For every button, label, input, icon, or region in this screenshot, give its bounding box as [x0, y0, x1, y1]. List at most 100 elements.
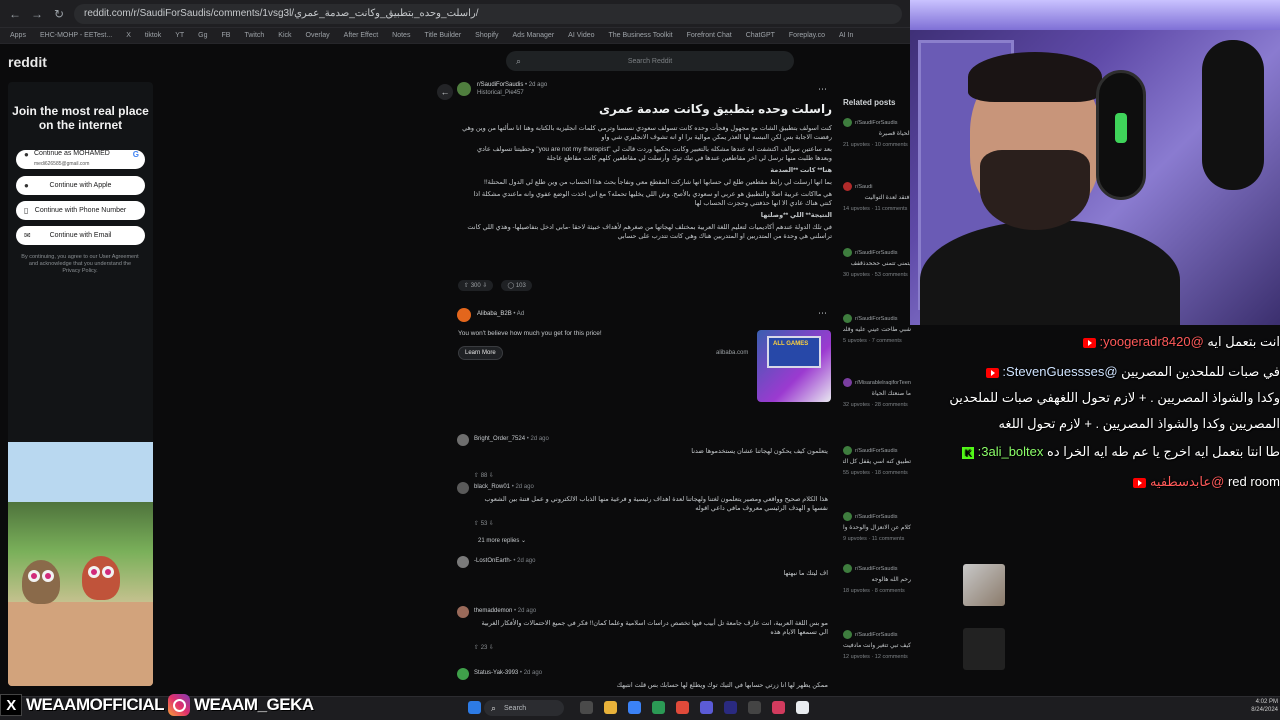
- related-post-sub: r/SaudiForSaudis: [843, 446, 911, 455]
- subreddit-icon: [843, 314, 852, 323]
- clock-date: 8/24/2024: [1251, 707, 1278, 713]
- bookmark-item[interactable]: Foreplay.co: [789, 32, 825, 39]
- commenter-avatar[interactable]: [457, 556, 469, 568]
- comment-age: • 2d ago: [514, 608, 537, 614]
- subreddit-icon: [843, 118, 852, 127]
- bookmark-item[interactable]: Ads Manager: [513, 32, 555, 39]
- bookmark-item[interactable]: Apps: [10, 32, 26, 39]
- system-clock[interactable]: 4:02 PM 8/24/2024: [1251, 698, 1278, 714]
- comment-vote-count: 88: [480, 473, 488, 479]
- microphone-icon: [1202, 40, 1264, 190]
- bookmark-item[interactable]: tiktok: [145, 32, 161, 39]
- overflow-menu-icon[interactable]: ⋯: [818, 84, 827, 95]
- chat-message-text: المصريين وكدا والشواذ المصريين . + لازم …: [998, 416, 1280, 431]
- comment-header: Status-Yak-3993 • 2d ago: [474, 670, 542, 676]
- reload-icon[interactable]: ↻: [52, 7, 66, 21]
- bookmark-item[interactable]: EHC-MOHP - EETest...: [40, 32, 112, 39]
- related-post[interactable]: r/SaudiForSaudis تطبيق كنه اسي يقفل كل ال…: [843, 446, 911, 476]
- chrome-icon[interactable]: [676, 701, 689, 714]
- bookmark-item[interactable]: YT: [175, 32, 184, 39]
- comment-username[interactable]: Bright_Order_7524: [474, 436, 525, 442]
- bookmark-item[interactable]: Overlay: [306, 32, 330, 39]
- character-eye: [28, 570, 40, 582]
- subreddit-name[interactable]: r/SaudiForSaudis: [477, 82, 523, 88]
- commenter-avatar[interactable]: [457, 434, 469, 446]
- commenter-avatar[interactable]: [457, 482, 469, 494]
- related-subreddit: r/SaudiForSaudis: [855, 119, 898, 126]
- related-post[interactable]: r/SaudiForSaudis شبي طاحت عيني عليه وقلت …: [843, 314, 911, 344]
- continue-apple-button[interactable]: ● Continue with Apple: [16, 176, 145, 195]
- app-icon[interactable]: [652, 701, 665, 714]
- comment-vote-control[interactable]: ⇧ 53 ⇩: [474, 520, 494, 527]
- commenter-avatar[interactable]: [457, 606, 469, 618]
- related-post-sub: r/SaudiForSaudis: [843, 248, 911, 257]
- related-post-title: الحياة قصيرة: [878, 131, 911, 137]
- taskbar-search[interactable]: Search: [484, 700, 564, 716]
- related-subreddit: r/SaudiForSaudis: [855, 315, 898, 322]
- comment-username[interactable]: Status-Yak-3993: [474, 670, 518, 676]
- advertiser-avatar[interactable]: [457, 308, 471, 322]
- subreddit-avatar[interactable]: [457, 82, 471, 96]
- related-post[interactable]: r/SaudiForSaudis رحم الله هالوجه 18 upvote…: [843, 564, 911, 594]
- bookmark-item[interactable]: Forefront Chat: [687, 32, 732, 39]
- ad-image[interactable]: ALL GAMES: [757, 330, 831, 402]
- comment-username[interactable]: themaddemon: [474, 608, 512, 614]
- address-bar[interactable]: [74, 3, 902, 24]
- comment-username[interactable]: black_Row01: [474, 484, 510, 490]
- premiere-icon[interactable]: [724, 701, 737, 714]
- ad-menu-icon[interactable]: ⋯: [818, 308, 827, 319]
- bookmark-item[interactable]: After Effect: [344, 32, 379, 39]
- related-thumbnail[interactable]: [963, 628, 1005, 670]
- reddit-logo[interactable]: reddit: [8, 54, 47, 70]
- bookmark-item[interactable]: ChatGPT: [746, 32, 775, 39]
- file-explorer-icon[interactable]: [604, 701, 617, 714]
- comment-username[interactable]: -LostOnEarth-: [474, 558, 512, 564]
- comment-age: • 2d ago: [511, 484, 534, 490]
- bookmark-item[interactable]: FB: [222, 32, 231, 39]
- commenter-avatar[interactable]: [457, 668, 469, 680]
- continue-phone-button[interactable]: ▯ Continue with Phone Number: [16, 201, 145, 220]
- related-thumbnail[interactable]: [963, 564, 1005, 606]
- bookmark-item[interactable]: Shopify: [475, 32, 498, 39]
- bookmark-item[interactable]: Title Builder: [424, 32, 461, 39]
- search-input[interactable]: ⌕ Search Reddit: [506, 51, 794, 71]
- windows-start-icon[interactable]: [468, 701, 481, 714]
- bookmark-item[interactable]: AI Video: [568, 32, 594, 39]
- task-view-icon[interactable]: [580, 701, 593, 714]
- learn-more-button[interactable]: Learn More: [458, 346, 503, 360]
- comment-vote-control[interactable]: ⇧ 88 ⇩: [474, 472, 494, 479]
- bookmark-item[interactable]: Gg: [198, 32, 207, 39]
- app-icon[interactable]: [772, 701, 785, 714]
- comment-header: -LostOnEarth- • 2d ago: [474, 558, 535, 564]
- related-post[interactable]: r/SaudiForSaudis الحياة قصيرة 21 upvotes ·…: [843, 118, 911, 148]
- bookmark-item[interactable]: AI In: [839, 32, 853, 39]
- edge-icon[interactable]: [628, 701, 641, 714]
- continue-email-button[interactable]: ✉ Continue with Email: [16, 226, 145, 245]
- back-arrow-icon[interactable]: ←: [8, 7, 22, 21]
- bookmark-item[interactable]: Twitch: [244, 32, 264, 39]
- related-post[interactable]: r/SaudiForSaudis كلام عن الانعزال والوحدة…: [843, 512, 911, 542]
- related-post[interactable]: r/MisarablelraqiforTeen ما صنعتك الحياة 32…: [843, 378, 911, 408]
- continue-google-button[interactable]: ● Continue as MOHAMED medi626585@gmail.c…: [16, 150, 145, 169]
- comments-button[interactable]: ◯ 103: [501, 280, 532, 291]
- forward-arrow-icon[interactable]: →: [30, 7, 44, 21]
- advertiser-name[interactable]: Alibaba_B2B: [477, 311, 512, 317]
- vote-control[interactable]: ⇧ 300 ⇩: [458, 280, 494, 291]
- app-icon[interactable]: [748, 701, 761, 714]
- more-replies-button[interactable]: 21 more replies ⌄: [478, 537, 526, 544]
- bookmark-item[interactable]: The Business Toolkit: [609, 32, 673, 39]
- bookmark-item[interactable]: X: [126, 32, 131, 39]
- bookmark-item[interactable]: Notes: [392, 32, 410, 39]
- related-post[interactable]: r/Saudi افتقد لعدة التواليت 14 upvotes · 1…: [843, 182, 911, 212]
- illustration-sky: [8, 442, 153, 502]
- character-eye: [42, 570, 54, 582]
- post-author[interactable]: Historical_Pie457: [477, 90, 524, 96]
- bookmark-item[interactable]: Kick: [278, 32, 291, 39]
- ad-domain[interactable]: alibaba.com: [716, 350, 748, 356]
- back-button[interactable]: ←: [437, 84, 453, 100]
- related-post[interactable]: r/SaudiForSaudis يتمنى تتمنى حححدذقفف 30 u…: [843, 248, 911, 278]
- app-icon[interactable]: [796, 701, 809, 714]
- related-post[interactable]: r/SaudiForSaudis كيف تبي تتغير وانت مادفي…: [843, 630, 911, 660]
- app-icon[interactable]: [700, 701, 713, 714]
- comment-vote-control[interactable]: ⇧ 23 ⇩: [474, 644, 494, 651]
